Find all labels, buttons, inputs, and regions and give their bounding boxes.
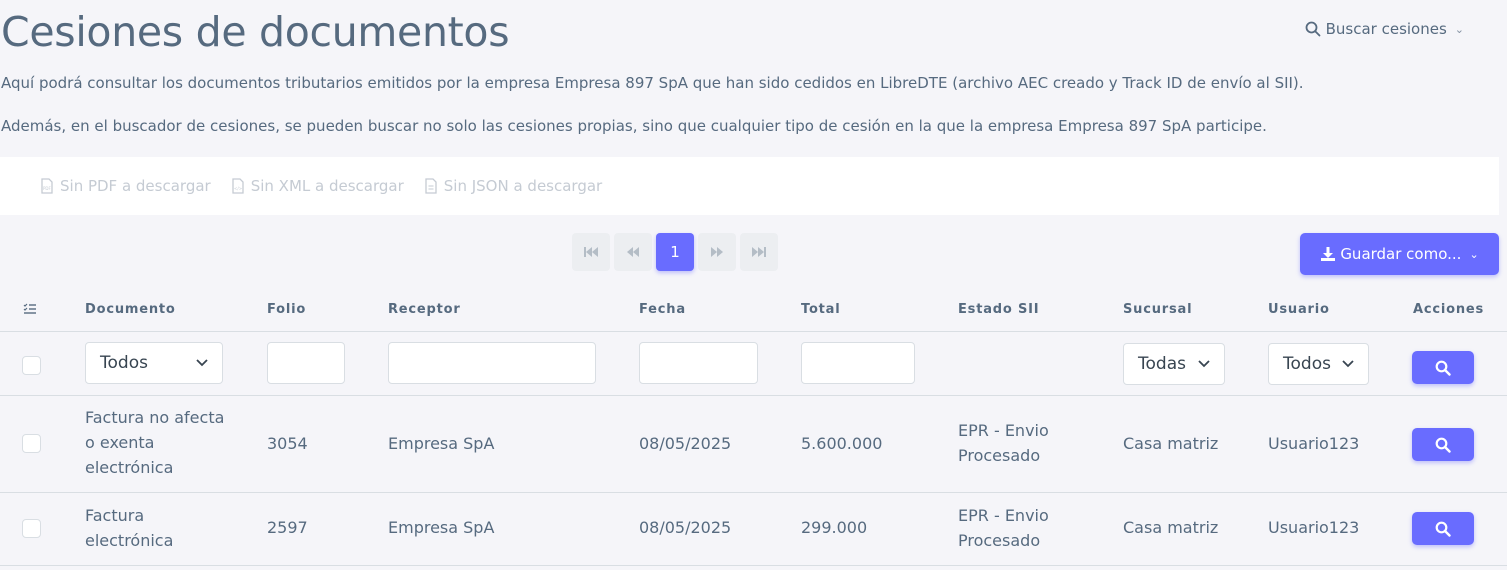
usuario-cell: Usuario123: [1268, 518, 1360, 537]
search-icon: [1435, 437, 1451, 453]
fecha-cell: 08/05/2025: [639, 434, 732, 453]
documento-line: Factura no afecta: [85, 408, 225, 427]
sucursal-cell: Casa matriz: [1123, 434, 1219, 453]
estado-line: Procesado: [958, 531, 1041, 550]
documento-line: o exenta: [85, 433, 155, 452]
search-cesiones-toggle[interactable]: Buscar cesiones ⌄: [1305, 20, 1464, 38]
documento-filter-value: Todos: [100, 353, 148, 373]
xml-file-icon: </>: [232, 178, 244, 194]
folio-filter-input[interactable]: [267, 342, 345, 384]
estado-cell: EPR - Envio Procesado: [958, 503, 1049, 553]
description-line-2: Además, en el buscador de cesiones, se p…: [1, 117, 1267, 135]
documento-line: Factura: [85, 506, 145, 525]
folio-cell: 2597: [267, 518, 308, 537]
chevron-down-icon: [196, 359, 208, 367]
row-checkbox[interactable]: [22, 434, 41, 453]
sucursal-filter-select[interactable]: Todas: [1123, 343, 1225, 385]
fecha-filter-input[interactable]: [639, 342, 758, 384]
json-download-link: Sin JSON a descargar: [424, 177, 602, 195]
receptor-cell: Empresa SpA: [388, 518, 495, 537]
next-page-button[interactable]: [698, 233, 736, 271]
fecha-cell: 08/05/2025: [639, 518, 732, 537]
save-as-label: Guardar como...: [1340, 245, 1462, 263]
pdf-download-label: Sin PDF a descargar: [60, 177, 211, 195]
download-icon: [1321, 247, 1336, 261]
documento-line: electrónica: [85, 531, 174, 550]
xml-download-link: </> Sin XML a descargar: [231, 177, 404, 195]
folio-cell: 3054: [267, 434, 308, 453]
column-header-fecha[interactable]: Fecha: [639, 302, 686, 317]
skip-last-icon: [752, 247, 766, 257]
usuario-cell: Usuario123: [1268, 434, 1360, 453]
documento-cell: Factura electrónica: [85, 503, 173, 553]
json-download-label: Sin JSON a descargar: [443, 177, 603, 195]
usuario-filter-value: Todos: [1283, 354, 1331, 374]
estado-line: EPR - Envio: [958, 506, 1049, 525]
filter-row: Todos Todas Todos: [0, 332, 1507, 395]
chevron-down-icon: [1342, 360, 1354, 368]
documento-line: electrónica: [85, 458, 174, 477]
column-header-acciones: Acciones: [1413, 302, 1485, 317]
row-divider: [0, 565, 1507, 566]
chevron-down-icon: ⌄: [1469, 247, 1479, 261]
column-header-receptor[interactable]: Receptor: [388, 302, 461, 317]
search-cesiones-label: Buscar cesiones: [1325, 20, 1447, 38]
documento-cell: Factura no afecta o exenta electrónica: [85, 405, 224, 480]
filter-search-button[interactable]: [1412, 351, 1474, 384]
svg-text:</>: </>: [234, 186, 242, 191]
estado-line: EPR - Envio: [958, 421, 1049, 440]
column-header-folio[interactable]: Folio: [267, 302, 306, 317]
page-title: Cesiones de documentos: [1, 8, 510, 56]
estado-line: Procesado: [958, 446, 1041, 465]
table-row: Factura no afecta o exenta electrónica 3…: [0, 396, 1507, 492]
column-header-usuario[interactable]: Usuario: [1268, 302, 1330, 317]
pdf-download-link: PDF Sin PDF a descargar: [40, 177, 211, 195]
skip-first-icon: [584, 247, 598, 257]
column-header-total[interactable]: Total: [801, 302, 841, 317]
row-checkbox[interactable]: [22, 519, 41, 538]
documento-filter-select[interactable]: Todos: [85, 342, 223, 384]
column-header-documento[interactable]: Documento: [85, 302, 176, 317]
usuario-filter-select[interactable]: Todos: [1268, 343, 1369, 385]
previous-page-button[interactable]: [614, 233, 652, 271]
checklist-icon[interactable]: [23, 303, 37, 315]
pagination: 1: [572, 233, 778, 271]
svg-text:PDF: PDF: [43, 186, 51, 191]
search-icon: [1305, 21, 1321, 37]
total-filter-input[interactable]: [801, 342, 915, 384]
total-cell: 299.000: [801, 518, 868, 537]
total-cell: 5.600.000: [801, 434, 883, 453]
view-document-button[interactable]: [1412, 428, 1474, 461]
column-header-sucursal[interactable]: Sucursal: [1123, 302, 1192, 317]
table-row: Factura electrónica 2597 Empresa SpA 08/…: [0, 493, 1507, 565]
chevron-down-icon: [1198, 360, 1210, 368]
page-1-button[interactable]: 1: [656, 233, 694, 271]
estado-cell: EPR - Envio Procesado: [958, 418, 1049, 468]
receptor-filter-input[interactable]: [388, 342, 596, 384]
first-page-button[interactable]: [572, 233, 610, 271]
save-as-button[interactable]: Guardar como... ⌄: [1300, 233, 1499, 275]
receptor-cell: Empresa SpA: [388, 434, 495, 453]
chevron-down-icon: ⌄: [1454, 22, 1464, 36]
sucursal-filter-value: Todas: [1138, 354, 1186, 374]
sucursal-cell: Casa matriz: [1123, 518, 1219, 537]
pdf-file-icon: PDF: [41, 178, 53, 194]
xml-download-label: Sin XML a descargar: [250, 177, 404, 195]
fast-forward-icon: [711, 247, 723, 257]
last-page-button[interactable]: [740, 233, 778, 271]
download-bar: PDF Sin PDF a descargar </> Sin XML a de…: [0, 157, 1499, 215]
select-all-checkbox[interactable]: [22, 356, 41, 375]
column-header-estado-sii[interactable]: Estado SII: [958, 302, 1039, 317]
json-file-icon: [425, 178, 437, 194]
description-line-1: Aquí podrá consultar los documentos trib…: [1, 74, 1304, 92]
search-icon: [1435, 360, 1451, 376]
search-icon: [1435, 521, 1451, 537]
view-document-button[interactable]: [1412, 512, 1474, 545]
rewind-icon: [627, 247, 639, 257]
